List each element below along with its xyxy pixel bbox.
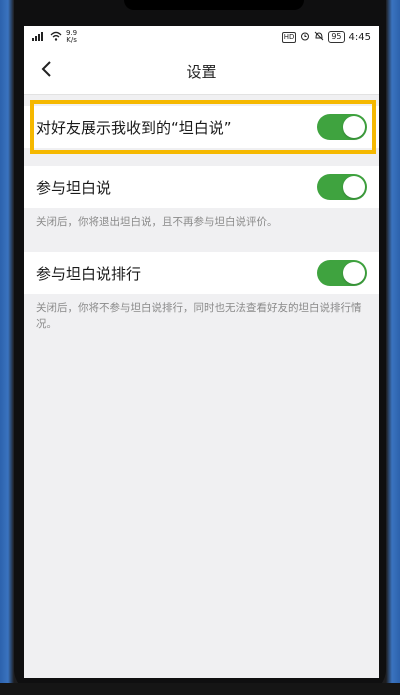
setting-label: 参与坦白说 bbox=[36, 178, 112, 197]
phone-notch bbox=[124, 0, 304, 10]
toggle-knob bbox=[343, 262, 365, 284]
setting-row-join-confessions: 参与坦白说 bbox=[24, 166, 379, 208]
page-title: 设置 bbox=[186, 62, 217, 81]
setting-label: 参与坦白说排行 bbox=[36, 264, 142, 283]
toggle-knob bbox=[343, 176, 365, 198]
network-speed-unit: K/s bbox=[66, 36, 77, 44]
alarm-icon bbox=[300, 31, 310, 44]
join-ranking-toggle[interactable] bbox=[317, 260, 367, 286]
status-time: 4:45 bbox=[348, 31, 371, 43]
join-confessions-toggle[interactable] bbox=[317, 174, 367, 200]
back-arrow-icon bbox=[40, 60, 52, 82]
battery-indicator: 95 bbox=[328, 31, 345, 43]
mute-icon bbox=[314, 31, 324, 44]
nav-bar: 设置 bbox=[24, 48, 379, 95]
signal-icon bbox=[32, 31, 46, 44]
status-bar: 9.9 K/s HD 95 4:45 bbox=[24, 26, 379, 48]
highlight-box bbox=[30, 100, 376, 154]
network-speed: 9.9 K/s bbox=[66, 30, 77, 44]
wifi-icon bbox=[50, 31, 62, 44]
setting-description: 关闭后，你将不参与坦白说排行，同时也无法查看好友的坦白说排行情况。 bbox=[36, 302, 362, 330]
hd-badge: HD bbox=[281, 31, 297, 43]
setting-description: 关闭后，你将退出坦白说，且不再参与坦白说评价。 bbox=[36, 216, 278, 228]
setting-row-join-ranking: 参与坦白说排行 bbox=[24, 252, 379, 294]
screen: 9.9 K/s HD 95 4:45 设置 对好友展示我收到的“坦白说” 参与坦… bbox=[24, 26, 379, 678]
phone-bottom-edge bbox=[0, 683, 400, 695]
back-button[interactable] bbox=[34, 48, 58, 94]
